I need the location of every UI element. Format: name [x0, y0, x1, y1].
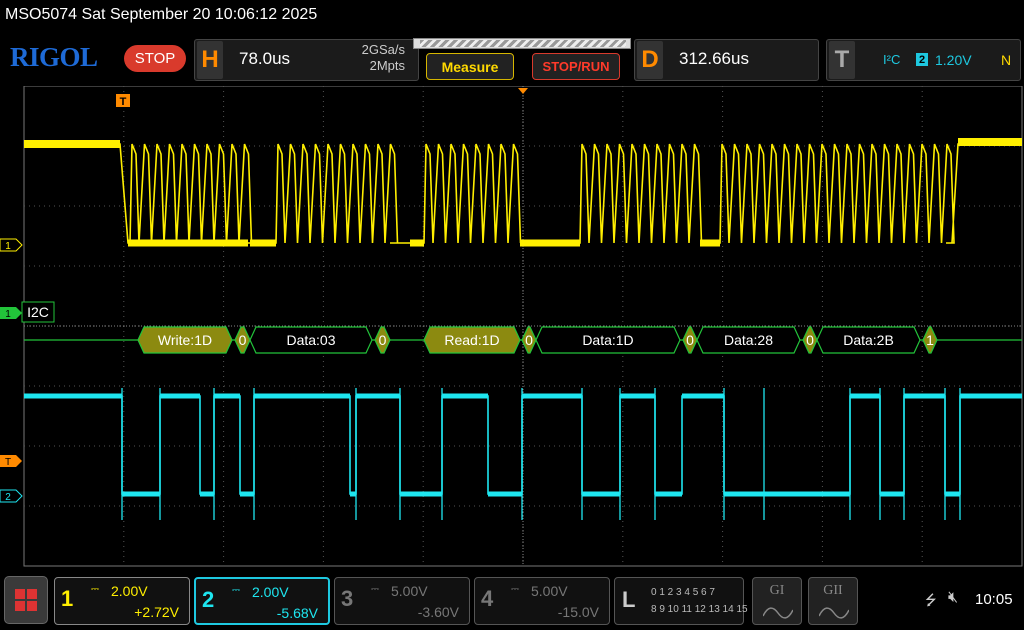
logic-channels-high: 8 9 10 11 12 13 14 15 — [651, 604, 748, 615]
window-title: MSO5074 Sat September 20 10:06:12 2025 — [5, 6, 318, 23]
channel-4-offset: -15.0V — [557, 604, 599, 620]
channel-4-number: 4 — [481, 586, 494, 611]
dc-coupling-icon: ⎓ — [232, 585, 240, 596]
ch1-ground-marker[interactable]: 1 — [0, 238, 23, 252]
speaker-muted-icon[interactable]: 🔇︎ — [948, 589, 958, 607]
bus-1-label: GI — [769, 583, 785, 598]
bottom-bar: 1 ⎓ 2.00V +2.72V 2 ⎓ 2.00V -5.68V 3 ⎓ 5.… — [0, 572, 1024, 630]
i2c-decode-bus: Write:1D 0 Data:03 0 Read:1D 0 Data:1D 0 Data:28… — [24, 326, 1022, 354]
system-clock: 10:05 — [975, 591, 1013, 608]
center-marker — [518, 88, 528, 94]
svg-text:I2C: I2C — [27, 304, 49, 320]
trigger-mode: N — [1001, 52, 1012, 68]
decode-packet-label: Data:28 — [724, 332, 773, 348]
svg-text:1: 1 — [5, 241, 11, 252]
decode-packet-label: 0 — [686, 332, 694, 348]
svg-text:T: T — [5, 457, 11, 468]
delay-panel[interactable]: D 312.66us — [634, 39, 819, 81]
channel-1-offset: +2.72V — [134, 604, 179, 620]
timebase-value: 78.0us — [239, 49, 291, 68]
memory-window — [420, 40, 626, 47]
channel-2-number: 2 — [202, 587, 215, 612]
channel-1-panel[interactable]: 1 ⎓ 2.00V +2.72V — [54, 577, 190, 625]
memory-position-bar[interactable] — [413, 38, 631, 49]
decode-packet-label: Data:2B — [843, 332, 894, 348]
title-bar: MSO5074 Sat September 20 10:06:12 2025 — [0, 0, 1024, 34]
trigger-panel[interactable]: T I²C 2 1.20V N — [826, 39, 1021, 81]
bus-2-button[interactable]: GII — [808, 577, 858, 625]
horizontal-panel[interactable]: H 78.0us 2GSa/s 2Mpts — [194, 39, 419, 81]
decode-packet-label: 1 — [926, 332, 934, 348]
svg-text:2: 2 — [5, 492, 11, 503]
usb-icon: ⭍ — [925, 592, 937, 608]
trigger-position-marker[interactable]: T — [116, 94, 130, 108]
sample-rate: 2GSa/s — [361, 42, 405, 57]
trigger-letter: T — [829, 41, 855, 79]
bus-label-box: I2C — [21, 301, 55, 323]
trigger-level: 1.20V — [935, 52, 972, 68]
channel-2-scale: 2.00V — [252, 584, 289, 600]
decode-packet-label: 0 — [239, 332, 247, 348]
channel-2-offset: -5.68V — [276, 605, 318, 621]
brand-logo: RIGOL — [10, 42, 98, 72]
bus-wave-icon — [819, 607, 849, 619]
ch2-ground-marker[interactable]: 2 — [0, 489, 23, 503]
dc-coupling-icon: ⎓ — [511, 584, 519, 595]
trigger-channel-badge: 2 — [916, 53, 928, 66]
bus-2-label: GII — [823, 583, 843, 598]
decode-packet-label: Data:03 — [286, 332, 335, 348]
decode-packet-label: 0 — [806, 332, 814, 348]
memory-depth: 2Mpts — [369, 58, 405, 73]
decode-packet-label: Write:1D — [158, 332, 212, 348]
menu-grid-icon[interactable] — [4, 576, 48, 624]
measure-button[interactable]: Measure — [426, 53, 514, 80]
channel-2-panel[interactable]: 2 ⎓ 2.00V -5.68V — [194, 577, 330, 625]
dc-coupling-icon: ⎓ — [91, 584, 99, 595]
decode-packet-label: 0 — [379, 332, 387, 348]
logic-channels-low: 0 1 2 3 4 5 6 7 — [651, 587, 715, 598]
channel-1-number: 1 — [61, 586, 74, 611]
bus1-marker[interactable]: 1 — [0, 307, 22, 320]
trigger-source: I²C — [883, 52, 901, 67]
horizontal-letter: H — [197, 41, 223, 79]
channel-4-panel[interactable]: 4 ⎓ 5.00V -15.0V — [474, 577, 610, 625]
bus-1-button[interactable]: GI — [752, 577, 802, 625]
logic-letter: L — [622, 587, 636, 612]
run-status-badge[interactable]: STOP — [124, 45, 186, 72]
channel-3-scale: 5.00V — [391, 583, 428, 599]
channel-4-scale: 5.00V — [531, 583, 568, 599]
decode-packet-label: Data:1D — [582, 332, 633, 348]
channel-3-offset: -3.60V — [417, 604, 459, 620]
trigger-level-marker[interactable]: T — [0, 455, 22, 468]
delay-value: 312.66us — [679, 49, 749, 68]
waveform-display[interactable]: Write:1D 0 Data:03 0 Read:1D 0 Data:1D 0 Data:28… — [0, 86, 1024, 568]
channel-3-number: 3 — [341, 586, 354, 611]
stop-run-button[interactable]: STOP/RUN — [532, 53, 620, 80]
sample-info: 2GSa/s 2Mpts — [345, 42, 405, 74]
decode-packet-label: 0 — [525, 332, 533, 348]
channel-3-panel[interactable]: 3 ⎓ 5.00V -3.60V — [334, 577, 470, 625]
logic-analyzer-panel[interactable]: L 0 1 2 3 4 5 6 7 8 9 10 11 12 13 14 15 — [614, 577, 748, 625]
svg-text:T: T — [120, 96, 127, 108]
dc-coupling-icon: ⎓ — [371, 584, 379, 595]
delay-letter: D — [637, 41, 663, 79]
decode-packet-label: Read:1D — [444, 332, 499, 348]
bus-wave-icon — [763, 607, 793, 619]
svg-text:1: 1 — [5, 309, 11, 320]
channel-1-scale: 2.00V — [111, 583, 148, 599]
